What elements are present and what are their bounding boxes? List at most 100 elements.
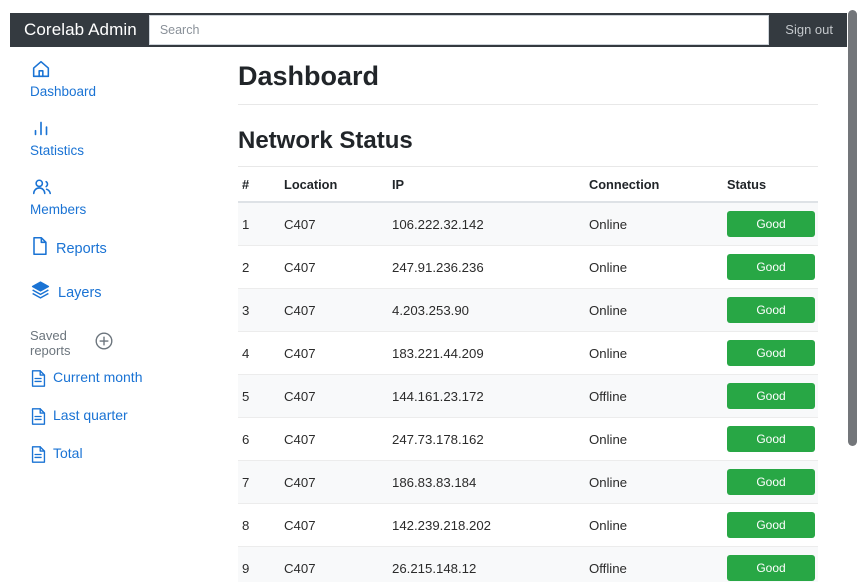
- cell-ip: 144.161.23.172: [388, 374, 585, 418]
- cell-connection: Offline: [585, 546, 723, 582]
- main-content: Dashboard Network Status # Location IP C…: [238, 52, 818, 582]
- cell-num: 7: [238, 460, 280, 504]
- cell-num: 8: [238, 503, 280, 547]
- status-badge-good[interactable]: Good: [727, 383, 815, 409]
- top-navbar: Corelab Admin Sign out: [10, 13, 847, 47]
- cell-connection: Online: [585, 503, 723, 547]
- column-header-num: #: [238, 167, 280, 203]
- cell-ip: 247.73.178.162: [388, 417, 585, 461]
- column-header-ip: IP: [388, 167, 585, 203]
- status-badge-good[interactable]: Good: [727, 426, 815, 452]
- cell-ip: 106.222.32.142: [388, 201, 585, 246]
- cell-status: Good: [723, 245, 818, 289]
- saved-report-total[interactable]: Total: [30, 444, 160, 469]
- cell-location: C407: [280, 546, 388, 582]
- cell-ip: 26.215.148.12: [388, 546, 585, 582]
- table-row: 1 C407 106.222.32.142 Online Good: [238, 201, 818, 246]
- cell-connection: Online: [585, 245, 723, 289]
- cell-status: Good: [723, 503, 818, 547]
- bar-chart-icon: [30, 117, 222, 139]
- cell-connection: Online: [585, 460, 723, 504]
- column-header-status: Status: [723, 167, 818, 203]
- page-scrollbar-track[interactable]: [845, 0, 859, 582]
- file-icon: [30, 235, 49, 262]
- cell-connection: Online: [585, 331, 723, 375]
- status-badge-good[interactable]: Good: [727, 469, 815, 495]
- page-scrollbar-thumb[interactable]: [848, 10, 857, 446]
- table-row: 4 C407 183.221.44.209 Online Good: [238, 331, 818, 375]
- file-text-icon: [30, 369, 47, 393]
- cell-num: 1: [238, 201, 280, 246]
- section-title: Network Status: [238, 105, 818, 167]
- saved-report-label: Current month: [53, 369, 143, 385]
- plus-circle-icon[interactable]: [93, 330, 115, 357]
- layers-icon: [30, 279, 51, 306]
- sidebar-item-reports[interactable]: Reports: [30, 235, 222, 262]
- cell-num: 5: [238, 374, 280, 418]
- cell-status: Good: [723, 417, 818, 461]
- status-badge-good[interactable]: Good: [727, 297, 815, 323]
- page-title: Dashboard: [238, 52, 818, 105]
- cell-ip: 142.239.218.202: [388, 503, 585, 547]
- cell-ip: 4.203.253.90: [388, 288, 585, 332]
- network-status-table: # Location IP Connection Status 1 C407 106…: [238, 167, 818, 582]
- sidebar: Dashboard Statistics Members Reports Lay…: [0, 50, 222, 482]
- status-badge-good[interactable]: Good: [727, 340, 815, 366]
- file-text-icon: [30, 445, 47, 469]
- table-row: 5 C407 144.161.23.172 Offline Good: [238, 374, 818, 418]
- status-badge-good[interactable]: Good: [727, 512, 815, 538]
- saved-report-last-quarter[interactable]: Last quarter: [30, 406, 160, 431]
- search-input[interactable]: [148, 15, 770, 45]
- sidebar-item-members[interactable]: Members: [30, 176, 222, 218]
- cell-location: C407: [280, 374, 388, 418]
- sidebar-item-layers[interactable]: Layers: [30, 279, 222, 306]
- cell-status: Good: [723, 201, 818, 246]
- sidebar-item-label: Statistics: [30, 143, 85, 158]
- saved-reports-header: Saved reports: [30, 328, 222, 358]
- cell-connection: Online: [585, 201, 723, 246]
- cell-status: Good: [723, 546, 818, 582]
- cell-num: 2: [238, 245, 280, 289]
- table-row: 2 C407 247.91.236.236 Online Good: [238, 245, 818, 289]
- table-header-row: # Location IP Connection Status: [238, 167, 818, 203]
- cell-status: Good: [723, 331, 818, 375]
- sign-out-button[interactable]: Sign out: [769, 13, 847, 47]
- cell-num: 3: [238, 288, 280, 332]
- app-root: Corelab Admin Sign out Dashboard: [0, 0, 859, 582]
- table-row: 6 C407 247.73.178.162 Online Good: [238, 417, 818, 461]
- table-row: 7 C407 186.83.83.184 Online Good: [238, 460, 818, 504]
- cell-status: Good: [723, 288, 818, 332]
- cell-num: 9: [238, 546, 280, 582]
- saved-report-current-month[interactable]: Current month: [30, 368, 160, 393]
- cell-location: C407: [280, 503, 388, 547]
- cell-connection: Online: [585, 288, 723, 332]
- cell-location: C407: [280, 201, 388, 246]
- status-badge-good[interactable]: Good: [727, 211, 815, 237]
- people-icon: [30, 176, 222, 198]
- cell-ip: 183.221.44.209: [388, 331, 585, 375]
- sidebar-item-label: Dashboard: [30, 84, 97, 99]
- sidebar-item-label: Reports: [56, 240, 107, 257]
- table-row: 8 C407 142.239.218.202 Online Good: [238, 503, 818, 547]
- cell-num: 4: [238, 331, 280, 375]
- cell-location: C407: [280, 417, 388, 461]
- status-badge-good[interactable]: Good: [727, 254, 815, 280]
- saved-reports-title: Saved reports: [30, 328, 71, 358]
- cell-location: C407: [280, 331, 388, 375]
- file-text-icon: [30, 407, 47, 431]
- cell-connection: Online: [585, 417, 723, 461]
- cell-location: C407: [280, 460, 388, 504]
- sidebar-item-dashboard[interactable]: Dashboard: [30, 58, 222, 100]
- sidebar-item-statistics[interactable]: Statistics: [30, 117, 222, 159]
- cell-status: Good: [723, 460, 818, 504]
- table-row: 3 C407 4.203.253.90 Online Good: [238, 288, 818, 332]
- saved-report-label: Last quarter: [53, 407, 128, 423]
- cell-ip: 247.91.236.236: [388, 245, 585, 289]
- sidebar-item-label: Layers: [58, 284, 102, 301]
- sidebar-item-label: Members: [30, 202, 87, 217]
- cell-connection: Offline: [585, 374, 723, 418]
- brand-title: Corelab Admin: [24, 20, 137, 39]
- status-badge-good[interactable]: Good: [727, 555, 815, 581]
- column-header-connection: Connection: [585, 167, 723, 203]
- cell-location: C407: [280, 288, 388, 332]
